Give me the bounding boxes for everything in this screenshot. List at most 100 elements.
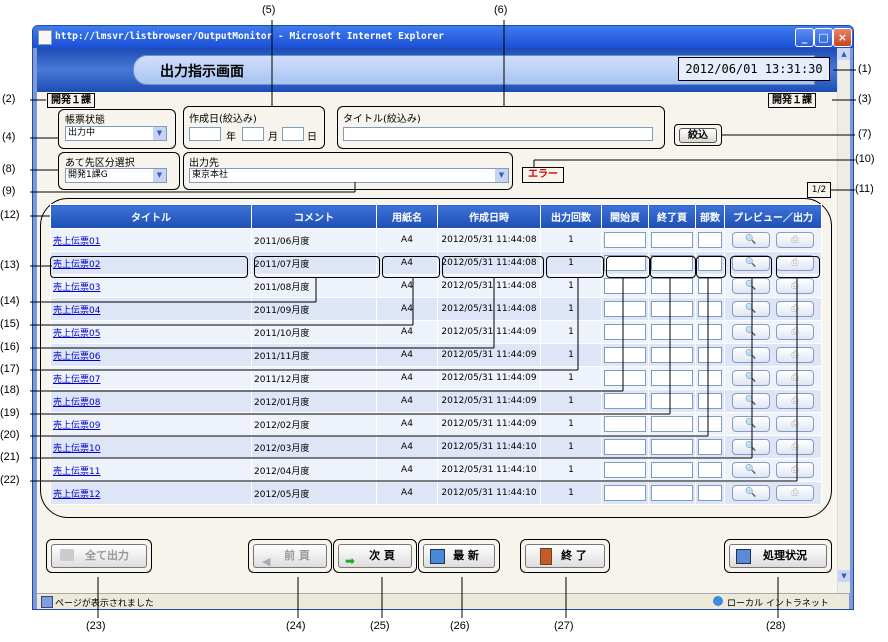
print-button[interactable]: ⎙ [776,278,814,294]
print-button[interactable]: ⎙ [776,439,814,455]
end-page-input[interactable] [651,324,693,340]
dept-label-left: 開発１課 [47,93,95,108]
month-input[interactable] [242,127,264,141]
preview-button[interactable]: 🔍 [732,370,770,386]
print-button[interactable]: ⎙ [776,416,814,432]
preview-button[interactable]: 🔍 [732,462,770,478]
print-button[interactable]: ⎙ [776,393,814,409]
status-select[interactable]: 出力中 ▼ [65,126,167,141]
report-title-link[interactable]: 売上伝票09 [53,421,100,431]
start-page-input[interactable] [604,370,646,386]
scroll-up-icon[interactable]: ▲ [838,48,850,60]
start-page-input[interactable] [604,439,646,455]
report-title-link[interactable]: 売上伝票10 [53,444,100,454]
print-button[interactable]: ⎙ [776,232,814,248]
preview-button[interactable]: 🔍 [732,301,770,317]
preview-button[interactable]: 🔍 [732,416,770,432]
end-page-input[interactable] [651,485,693,501]
copies-input[interactable] [698,485,722,501]
comment-cell: 2012/03月度 [251,435,377,459]
print-button[interactable]: ⎙ [776,370,814,386]
copies-input[interactable] [698,393,722,409]
print-button[interactable]: ⎙ [776,324,814,340]
refresh-button[interactable]: 最 新 [423,544,495,568]
maximize-button[interactable]: □ [814,28,833,47]
start-page-input[interactable] [604,462,646,478]
copies-input[interactable] [698,462,722,478]
print-button[interactable]: ⎙ [776,485,814,501]
report-title-link[interactable]: 売上伝票08 [53,398,100,408]
copies-input[interactable] [698,347,722,363]
close-button[interactable]: × [833,28,852,47]
all-output-button[interactable]: 全て出力 [51,544,147,568]
end-page-input[interactable] [651,462,693,478]
report-title-link[interactable]: 売上伝票12 [53,490,100,500]
comment-cell: 2011/12月度 [251,366,377,390]
report-title-link[interactable]: 売上伝票04 [53,306,100,316]
end-page-input[interactable] [651,393,693,409]
preview-button[interactable]: 🔍 [732,232,770,248]
prev-button[interactable]: ◀ 前 頁 [253,544,327,568]
printer-icon [60,549,74,561]
report-title-link[interactable]: 売上伝票05 [53,329,100,339]
count-cell: 1 [540,228,602,252]
preview-button[interactable]: 🔍 [732,278,770,294]
process-status-button[interactable]: 処理状況 [729,544,827,568]
copies-input[interactable] [698,416,722,432]
end-page-input[interactable] [651,439,693,455]
preview-button[interactable]: 🔍 [732,485,770,501]
day-input[interactable] [282,127,304,141]
scroll-down-icon[interactable]: ▼ [838,570,850,582]
print-button[interactable]: ⎙ [776,301,814,317]
end-page-input[interactable] [651,301,693,317]
start-page-input[interactable] [604,393,646,409]
start-page-input[interactable] [604,232,646,248]
start-page-input[interactable] [604,301,646,317]
dest-select[interactable]: 東京本社 ▼ [189,168,509,183]
year-input[interactable] [189,127,221,141]
start-page-input[interactable] [604,416,646,432]
preview-button[interactable]: 🔍 [732,347,770,363]
preview-output-cell: 🔍 ⎙ [724,228,822,252]
report-title-link[interactable]: 売上伝票01 [53,237,100,247]
print-button[interactable]: ⎙ [776,462,814,478]
vertical-scrollbar[interactable]: ▲ ▼ [837,48,850,593]
print-button[interactable]: ⎙ [776,347,814,363]
comment-cell: 2011/09月度 [251,297,377,321]
table-row: 売上伝票10 2012/03月度 A4 2012/05/31 11:44:10 1 🔍 ⎙ [50,435,822,459]
preview-button[interactable]: 🔍 [732,324,770,340]
start-page-input[interactable] [604,347,646,363]
copies-input[interactable] [698,278,722,294]
copies-input[interactable] [698,301,722,317]
minimize-button[interactable]: _ [795,28,814,47]
dest-label: 出力先 [189,158,219,169]
end-page-cell [648,435,696,459]
report-title-link[interactable]: 売上伝票11 [53,467,100,477]
end-page-input[interactable] [651,370,693,386]
end-page-input[interactable] [651,232,693,248]
report-title-link[interactable]: 売上伝票06 [53,352,100,362]
next-button[interactable]: ➡ 次 頁 [338,544,412,568]
copies-input[interactable] [698,324,722,340]
callout-27: (27) [554,620,574,632]
end-page-input[interactable] [651,347,693,363]
report-title-link[interactable]: 売上伝票07 [53,375,100,385]
created-cell: 2012/05/31 11:44:09 [437,343,541,367]
report-title-link[interactable]: 売上伝票03 [53,283,100,293]
monitor-icon [736,549,751,564]
title-filter-input[interactable] [343,127,653,141]
end-page-input[interactable] [651,278,693,294]
callout-20: (20) [0,429,20,441]
preview-button[interactable]: 🔍 [732,393,770,409]
copies-input[interactable] [698,439,722,455]
start-page-input[interactable] [604,324,646,340]
filter-button[interactable]: 絞込 [679,128,717,143]
start-page-input[interactable] [604,485,646,501]
copies-input[interactable] [698,232,722,248]
dest-group-select[interactable]: 開発1課G ▼ [65,168,167,183]
start-page-input[interactable] [604,278,646,294]
end-page-input[interactable] [651,416,693,432]
copies-input[interactable] [698,370,722,386]
preview-button[interactable]: 🔍 [732,439,770,455]
exit-button[interactable]: 終 了 [525,544,605,568]
